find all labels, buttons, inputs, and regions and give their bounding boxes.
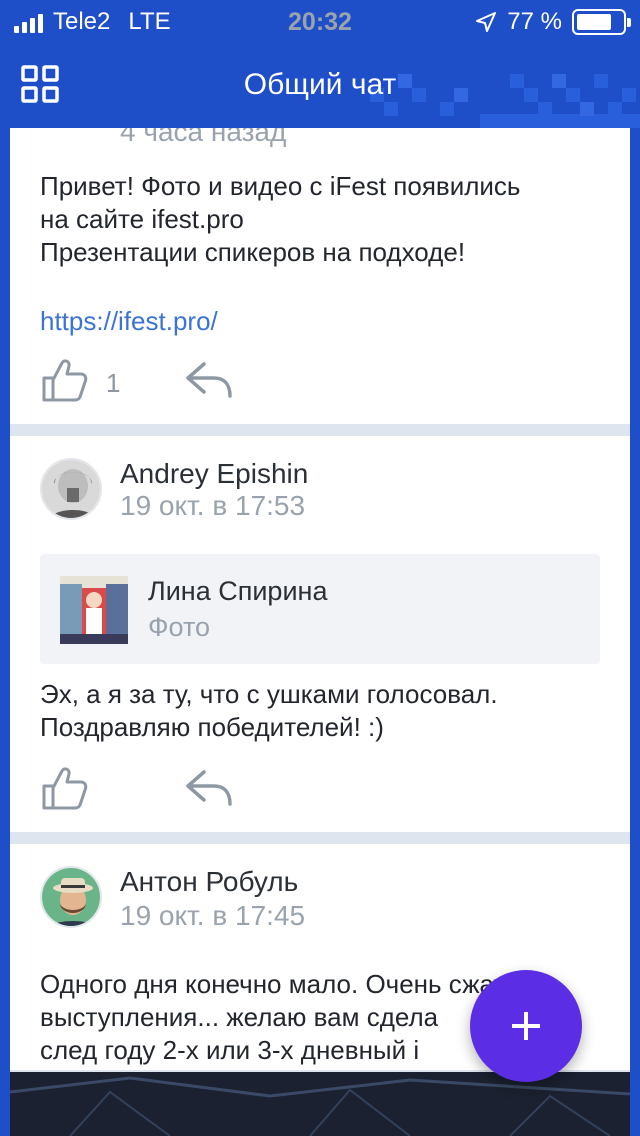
- post-author[interactable]: Антон Робуль: [120, 866, 298, 898]
- post-time: 19 окт. в 17:53: [120, 490, 306, 521]
- quoted-author: Лина Спирина: [148, 576, 328, 606]
- nav-bar: Общий чат: [0, 44, 640, 128]
- like-count: 1: [106, 368, 121, 398]
- like-icon[interactable]: [40, 766, 88, 810]
- post-time: 4 часа назад: [120, 128, 287, 147]
- post-link[interactable]: https://ifest.pro/: [40, 306, 218, 337]
- battery-icon: [572, 9, 631, 35]
- post-author[interactable]: Andrey Epishin: [120, 458, 308, 490]
- reply-icon[interactable]: [184, 768, 234, 808]
- post-card: 4 часа назад Привет! Фото и видео с iFes…: [10, 128, 630, 424]
- quoted-type: Фото: [148, 612, 211, 642]
- reply-icon[interactable]: [184, 360, 234, 400]
- quoted-message[interactable]: Лина Спирина Фото: [40, 554, 600, 664]
- post-card: Andrey Epishin 19 окт. в 17:53 Лина Спир…: [10, 436, 630, 832]
- status-bar: Tele2 LTE 20:32 77 %: [0, 0, 640, 44]
- location-arrow-icon: [476, 12, 497, 32]
- add-post-button[interactable]: [470, 970, 582, 1082]
- avatar[interactable]: [40, 866, 102, 928]
- post-time: 19 окт. в 17:45: [120, 900, 306, 931]
- page-title: Общий чат: [243, 68, 397, 101]
- post-text: Эх, а я за ту, что с ушками голосовал. П…: [40, 679, 498, 742]
- post-text: Привет! Фото и видео с iFest появились н…: [40, 171, 521, 267]
- status-right: 77 %: [475, 8, 631, 36]
- quoted-photo-thumbnail: [60, 576, 128, 644]
- like-icon[interactable]: [40, 358, 88, 402]
- battery-percent: 77 %: [507, 8, 562, 35]
- post-photo: [10, 1072, 630, 1136]
- avatar[interactable]: [40, 458, 102, 520]
- post-image-preview[interactable]: [10, 1072, 630, 1136]
